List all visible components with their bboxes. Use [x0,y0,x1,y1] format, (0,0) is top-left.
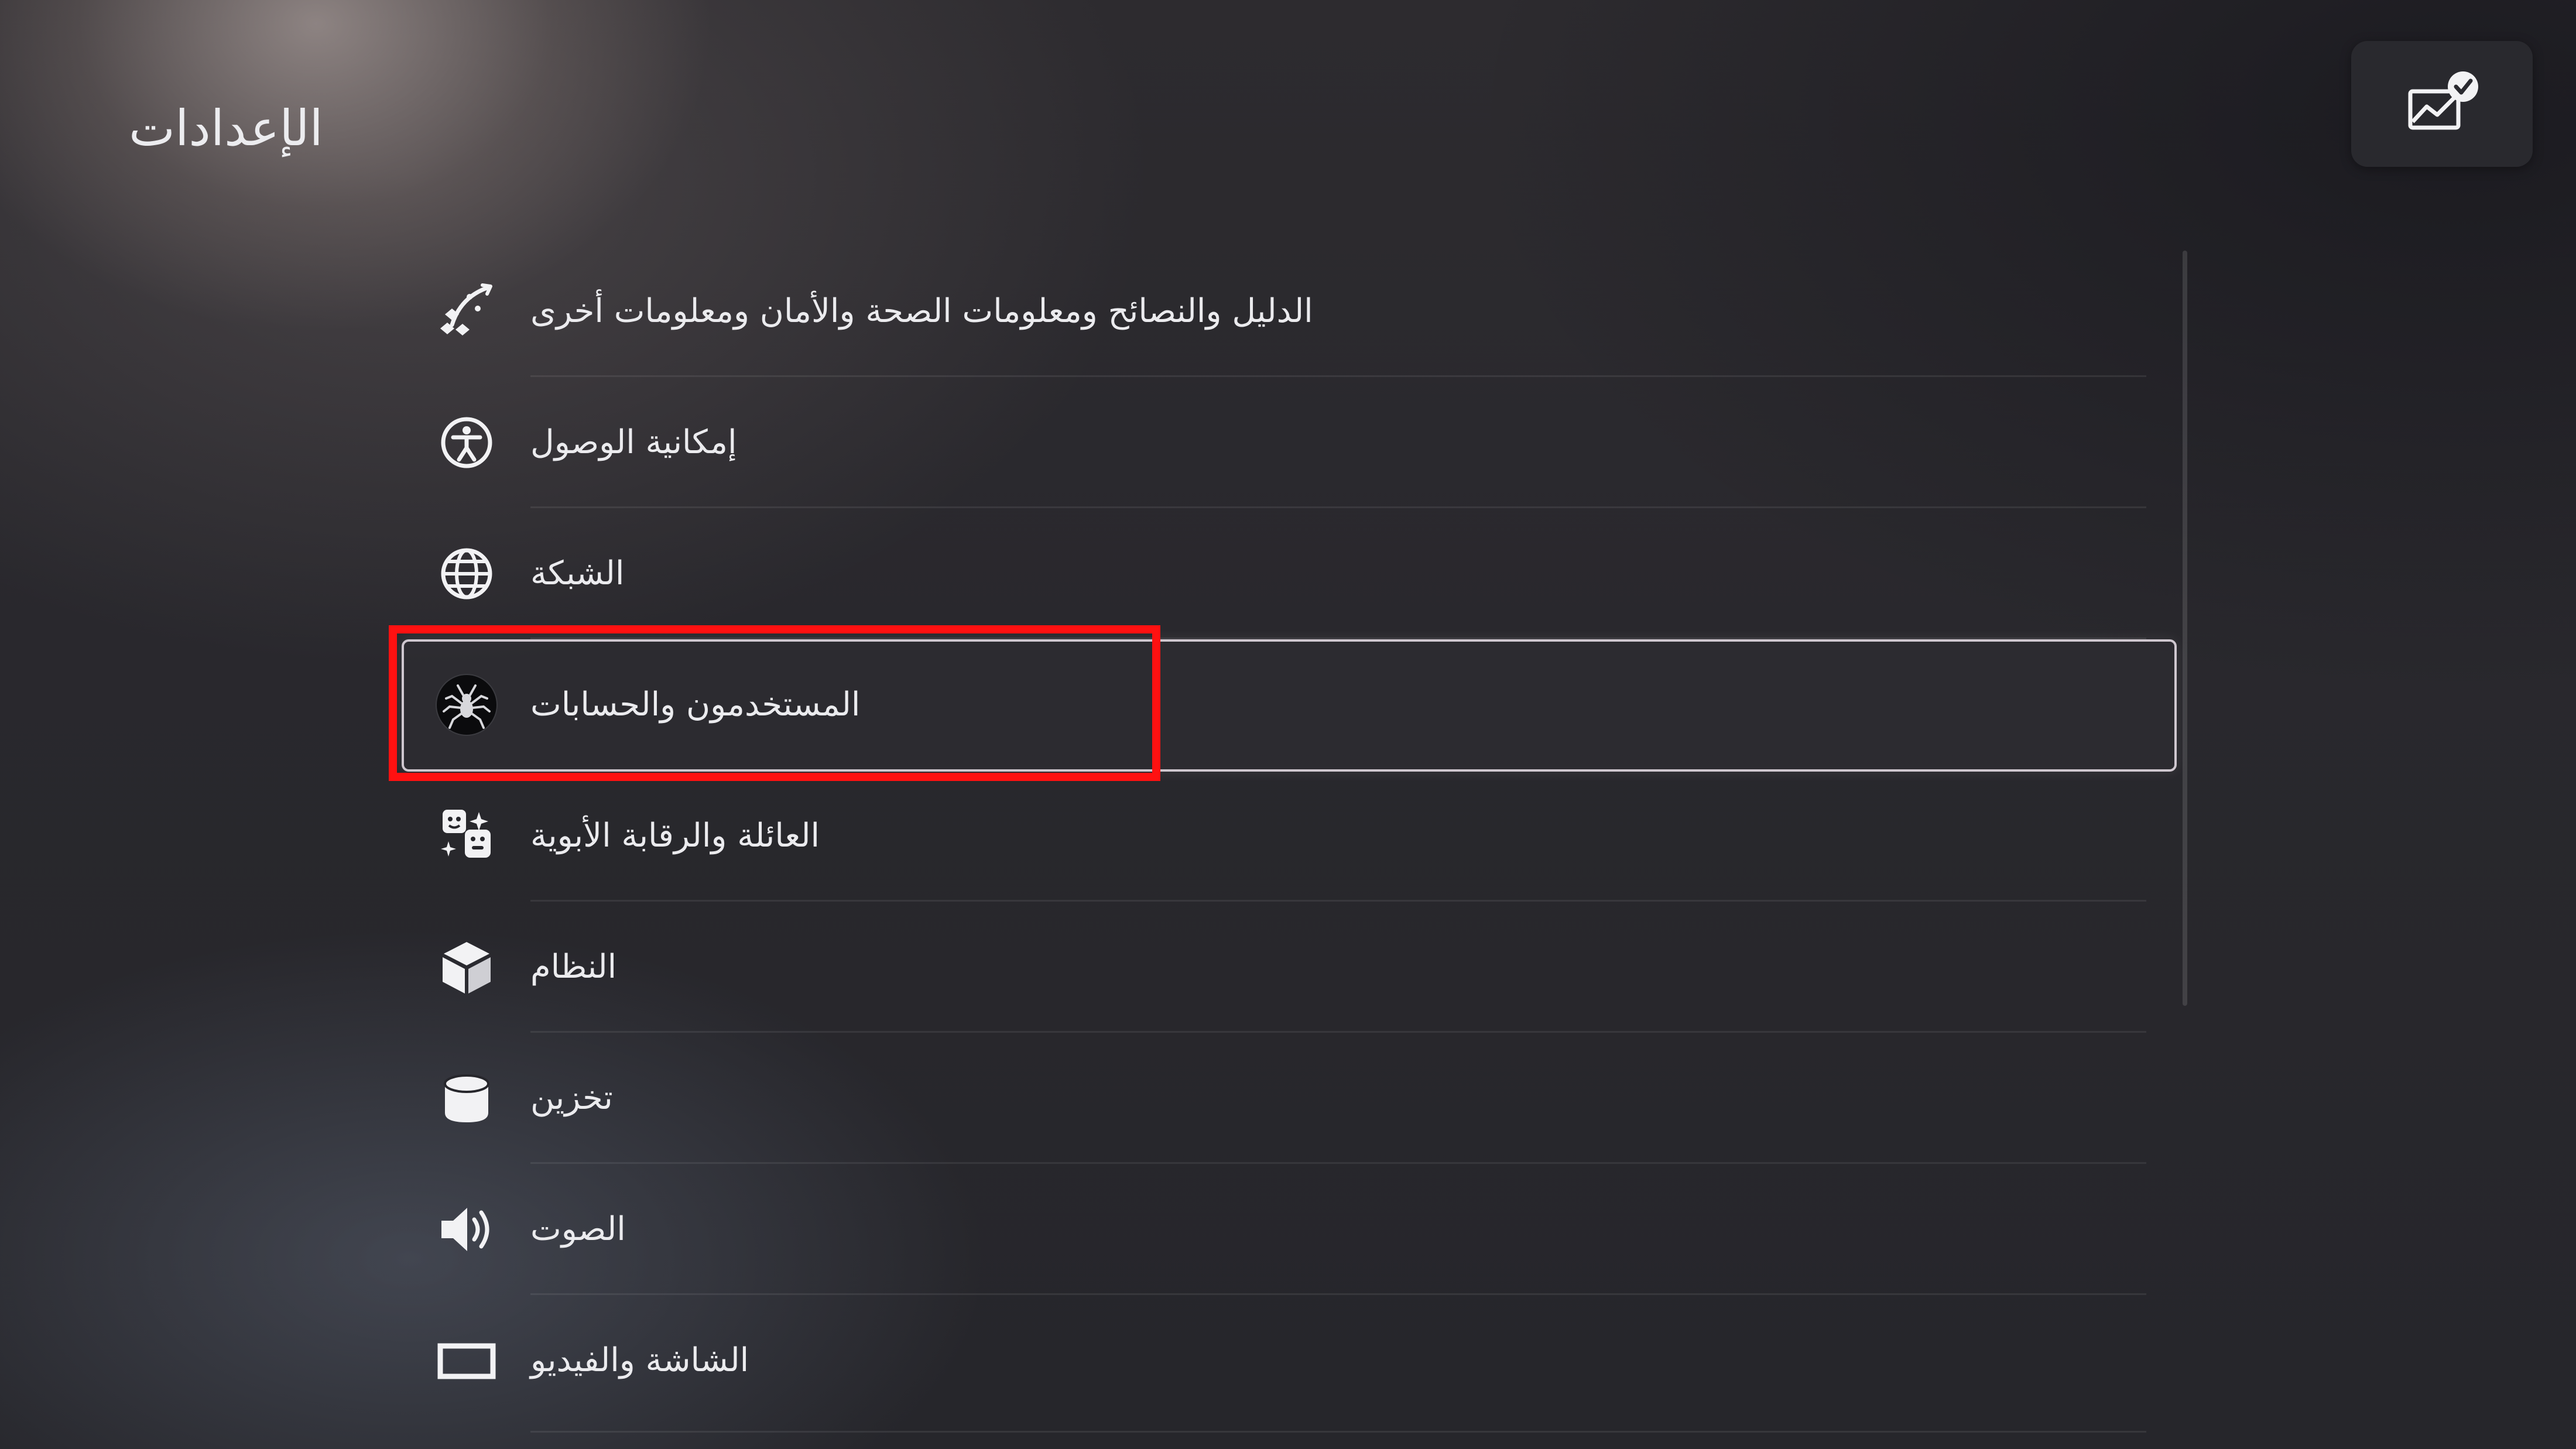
speaker-icon [434,1197,499,1262]
menu-item-label: إمكانية الوصول [530,423,737,461]
menu-item-guide[interactable]: الدليل والنصائح ومعلومات الصحة والأمان و… [402,246,2176,377]
menu-item-network[interactable]: الشبكة [402,508,2176,639]
menu-item-system[interactable]: النظام [402,902,2176,1033]
menu-item-label: الشبكة [530,554,625,592]
menu-item-accessibility[interactable]: إمكانية الوصول [402,377,2176,508]
trophy-status-button[interactable] [2351,41,2533,167]
display-icon [434,1328,499,1393]
menu-item-display-video[interactable]: الشاشة والفيديو [402,1295,2176,1426]
menu-item-label: الصوت [530,1210,626,1248]
page-title: الإعدادات [129,100,323,157]
menu-item-label: الدليل والنصائح ومعلومات الصحة والأمان و… [530,292,1313,330]
family-icon [434,804,499,868]
annotation-highlight-box [389,625,1160,781]
divider [530,1431,2146,1433]
menu-item-label: تخزين [530,1079,613,1117]
scrollbar[interactable] [2183,251,2187,1006]
cube-icon [434,935,499,999]
menu-item-storage[interactable]: تخزين [402,1033,2176,1164]
menu-item-family[interactable]: العائلة والرقابة الأبوية [402,770,2176,902]
trophy-chart-check-icon [2408,71,2478,130]
menu-item-sound[interactable]: الصوت [402,1164,2176,1295]
menu-item-label: النظام [530,948,617,986]
menu-item-label: العائلة والرقابة الأبوية [530,817,820,855]
guide-icon [434,279,499,344]
menu-item-label: الشاشة والفيديو [530,1341,749,1379]
storage-icon [434,1066,499,1131]
globe-icon [434,542,499,606]
accessibility-icon [434,410,499,475]
